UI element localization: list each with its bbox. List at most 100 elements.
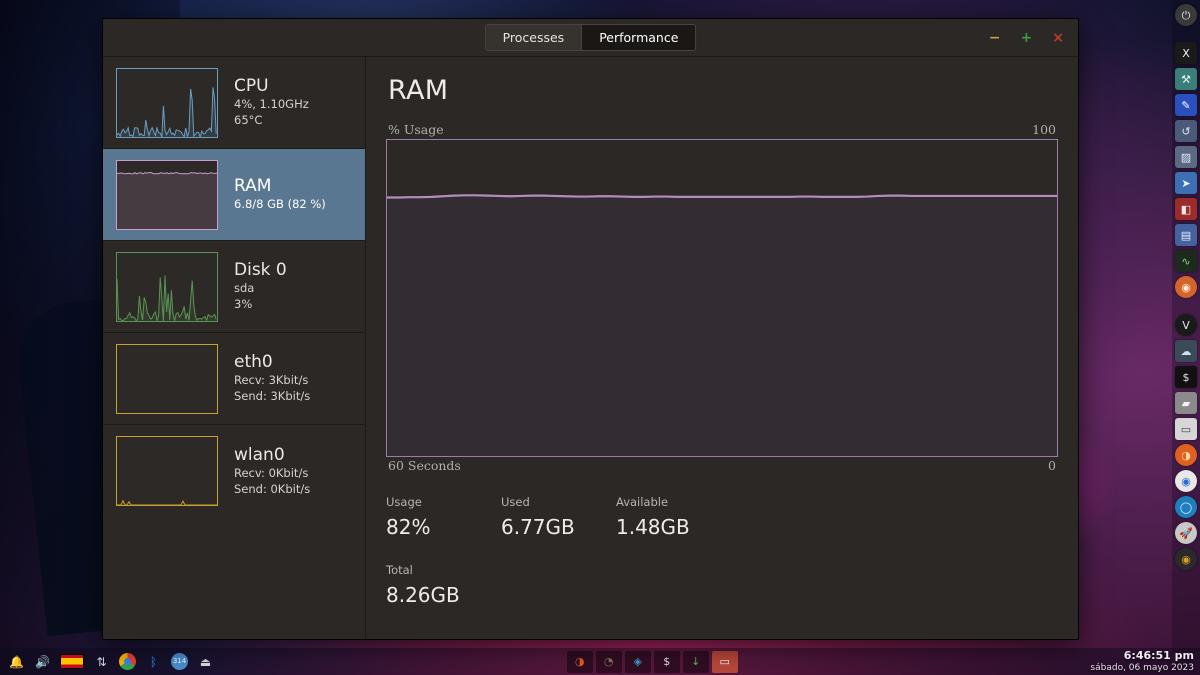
folder-icon[interactable]: ▰ (1175, 392, 1197, 414)
maximize-button[interactable]: + (1021, 31, 1033, 45)
sidebar-cpu-sparkline-icon (116, 67, 218, 138)
tools-icon[interactable]: ⚒ (1175, 68, 1197, 90)
cursor-icon[interactable]: ➤ (1175, 172, 1197, 194)
sidebar-item-ram[interactable]: RAM 6.8/8 GB (82 %) (103, 149, 365, 241)
sidebar-item-text: RAM 6.8/8 GB (82 %) (234, 176, 326, 213)
chrome-icon[interactable]: ◉ (1175, 470, 1197, 492)
sidebar-item-label: CPU (234, 76, 269, 97)
ram-usage-graph (386, 139, 1058, 457)
task-gimp[interactable]: ◔ (595, 650, 622, 673)
network-activity-icon[interactable]: ⇅ (93, 653, 110, 670)
restore-icon[interactable]: ↺ (1175, 120, 1197, 142)
right-dock[interactable]: ⏻ X ⚒ ✎ ↺ ▨ ➤ ◧ ▤ ∿ ◉ V ☁ $ ▰ ▭ ◑ ◉ ◯ 🚀 ◉ (1172, 0, 1200, 652)
files-icon[interactable]: ▭ (1175, 418, 1197, 440)
xterm-icon[interactable]: X (1175, 42, 1197, 64)
minimize-button[interactable]: − (989, 31, 1001, 45)
firefox-icon[interactable]: ◑ (1175, 444, 1197, 466)
graph-bottom-axis: 60 Seconds 0 (386, 457, 1058, 475)
stat-total-value: 8.26GB (386, 582, 460, 607)
sidebar-item-text: CPU 4%, 1.10GHz 65°C (234, 76, 309, 129)
tab-processes[interactable]: Processes (485, 25, 582, 50)
updates-badge-icon[interactable]: 314 (171, 653, 188, 670)
sidebar-item-label: wlan0 (234, 444, 285, 465)
sidebar-item-wlan0[interactable]: wlan0 Recv: 0Kbit/s Send: 0Kbit/s (103, 425, 365, 517)
tab-performance[interactable]: Performance (581, 25, 696, 50)
system-monitor-window: Processes Performance − + × CPU 4%, 1.10G… (102, 18, 1079, 640)
sidebar-item-text: eth0 Recv: 3Kbit/s Send: 3Kbit/s (234, 352, 310, 405)
launcher-icon[interactable]: 🚀 (1175, 522, 1197, 544)
cloud-icon[interactable]: ☁ (1175, 340, 1197, 362)
sidebar-item-detail: Send: 0Kbit/s (234, 481, 311, 496)
task-system-monitor[interactable]: ▭ (711, 650, 738, 673)
vivaldi-icon[interactable]: V (1175, 314, 1197, 336)
taskbar-clock[interactable]: 6:46:51 pm sábado, 06 mayo 2023 (1090, 649, 1200, 673)
stat-available-label: Available (616, 495, 669, 509)
y-axis-label: % Usage (388, 122, 444, 137)
close-button[interactable]: × (1052, 31, 1064, 45)
terminal-icon[interactable]: $ (1175, 366, 1197, 388)
taskbar[interactable]: 🔔 🔊 ⇅ ᛒ 314 ⏏ ◑ ◔ ◈ $ ↓ ▭ 6:46:51 pm sábado, 06 ma… (0, 648, 1200, 675)
graph-top-axis: % Usage 100 (386, 122, 1058, 139)
y-axis-min: 0 (1048, 458, 1056, 473)
sidebar-item-eth0[interactable]: eth0 Recv: 3Kbit/s Send: 3Kbit/s (103, 333, 365, 425)
sidebar-item-text: Disk 0 sda 3% (234, 260, 287, 313)
sidebar-item-label: eth0 (234, 352, 273, 373)
presentation-icon[interactable]: ▤ (1175, 224, 1197, 246)
window-titlebar[interactable]: Processes Performance − + × (103, 19, 1078, 57)
stat-available-value: 1.48GB (616, 514, 690, 539)
ram-statistics: Usage 82% Used 6.77GB Available 1.48GB T… (386, 495, 1058, 607)
bluetooth-icon[interactable]: ᛒ (145, 653, 162, 670)
sidebar-item-detail: sda (234, 281, 255, 296)
sidebar-item-detail: 65°C (234, 113, 263, 128)
sidebar-wlan0-sparkline-icon (116, 436, 218, 506)
x-axis-label: 60 Seconds (388, 458, 461, 473)
sidebar-item-detail: Send: 3Kbit/s (234, 389, 311, 404)
eject-icon[interactable]: ⏏ (197, 653, 214, 670)
sidebar-item-detail: 3% (234, 297, 253, 312)
stat-available: Available 1.48GB (616, 495, 731, 539)
volume-icon[interactable]: 🔊 (34, 653, 51, 670)
system-monitor-icon[interactable]: ∿ (1175, 250, 1197, 272)
task-updater[interactable]: ↓ (682, 650, 709, 673)
sidebar-item-detail: 6.8/8 GB (82 %) (234, 197, 326, 212)
sidebar-item-detail: Recv: 3Kbit/s (234, 373, 309, 388)
power-icon[interactable]: ⏻ (1175, 4, 1197, 26)
performance-detail-panel: RAM % Usage 100 60 Seconds 0 Usage 82% U… (366, 57, 1078, 639)
y-axis-max: 100 (1032, 122, 1056, 137)
discord-icon[interactable]: ◉ (1175, 548, 1197, 570)
window-body: CPU 4%, 1.10GHz 65°C RAM 6.8/8 GB (82 %) Disk… (103, 57, 1078, 639)
sidebar-item-cpu[interactable]: CPU 4%, 1.10GHz 65°C (103, 57, 365, 149)
sidebar-ram-sparkline-icon (116, 159, 218, 230)
sidebar-item-detail: Recv: 0Kbit/s (234, 465, 309, 480)
ubuntu-icon[interactable]: ◉ (1175, 276, 1197, 298)
image-viewer-icon[interactable]: ▨ (1175, 146, 1197, 168)
resource-sidebar[interactable]: CPU 4%, 1.10GHz 65°C RAM 6.8/8 GB (82 %) Disk… (103, 57, 366, 639)
stat-usage-label: Usage (386, 495, 422, 509)
taskbar-window-list[interactable]: ◑ ◔ ◈ $ ↓ ▭ (214, 650, 1090, 673)
sidebar-item-label: RAM (234, 175, 272, 196)
clock-date: sábado, 06 mayo 2023 (1090, 662, 1194, 673)
clock-time: 6:46:51 pm (1123, 649, 1194, 662)
stat-used: Used 6.77GB (501, 495, 616, 539)
window-controls[interactable]: − + × (989, 31, 1064, 45)
stat-usage: Usage 82% (386, 495, 501, 538)
sidebar-item-detail: 4%, 1.10GHz (234, 97, 309, 112)
stat-used-label: Used (501, 495, 530, 509)
notification-bell-icon[interactable]: 🔔 (8, 653, 25, 670)
chrome-icon[interactable] (119, 653, 136, 670)
sidebar-eth0-sparkline-icon (116, 343, 218, 414)
task-water[interactable]: ◈ (624, 650, 651, 673)
stat-row: Usage 82% Used 6.77GB Available 1.48GB (386, 495, 1058, 539)
edge-icon[interactable]: ◯ (1175, 496, 1197, 518)
sidebar-item-text: wlan0 Recv: 0Kbit/s Send: 0Kbit/s (234, 445, 310, 498)
sidebar-item-disk0[interactable]: Disk 0 sda 3% (103, 241, 365, 333)
keyboard-layout-flag-icon[interactable] (60, 654, 84, 669)
task-firefox[interactable]: ◑ (566, 650, 593, 673)
stat-used-value: 6.77GB (501, 514, 575, 539)
system-tray[interactable]: 🔔 🔊 ⇅ ᛒ 314 ⏏ (0, 653, 214, 670)
libreoffice-icon[interactable]: ◧ (1175, 198, 1197, 220)
task-terminal[interactable]: $ (653, 650, 680, 673)
editor-icon[interactable]: ✎ (1175, 94, 1197, 116)
page-title: RAM (388, 75, 449, 106)
tab-bar[interactable]: Processes Performance (484, 24, 697, 51)
